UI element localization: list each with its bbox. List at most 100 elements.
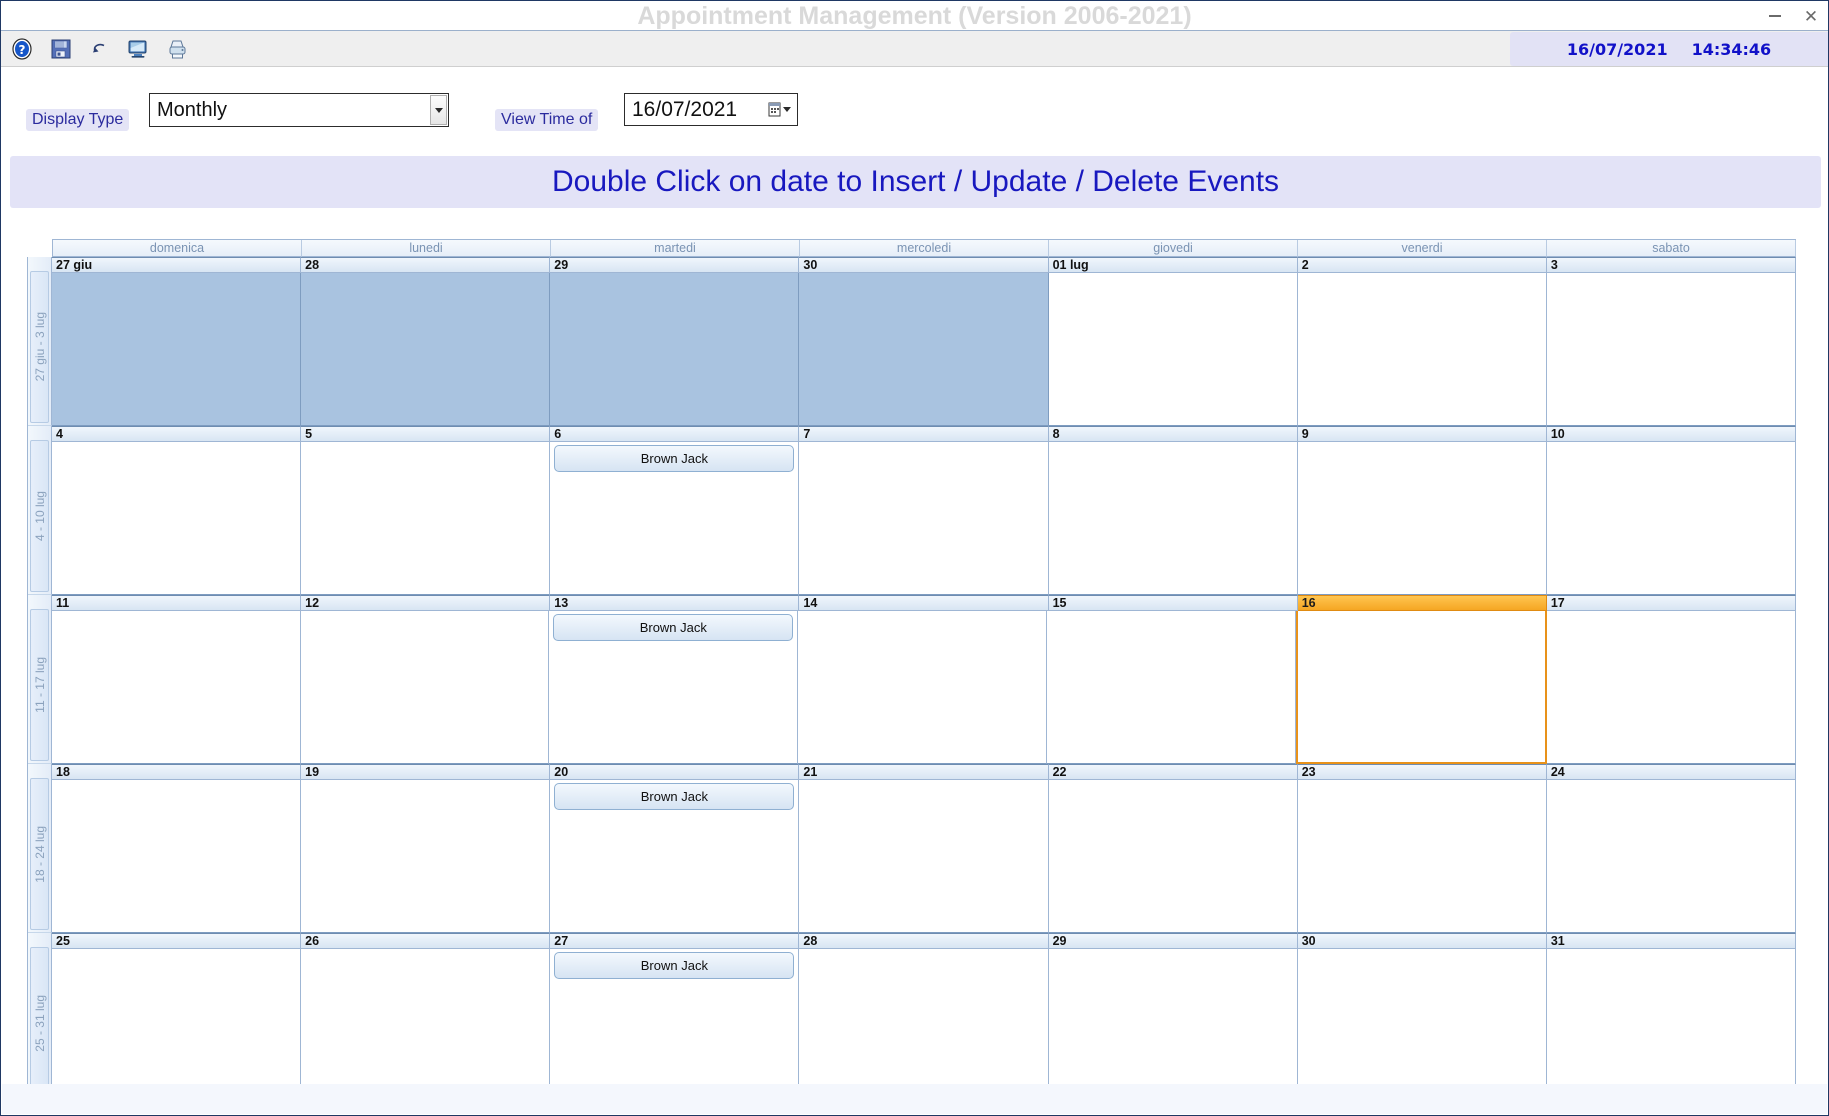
- week-date-header-row: 27 giu 28 29 30 01 lug 2 3: [52, 257, 1796, 273]
- day-cell[interactable]: [301, 780, 551, 933]
- day-cell[interactable]: Brown Jack: [550, 780, 800, 933]
- date-number-header[interactable]: 2: [1297, 257, 1547, 273]
- date-number-header[interactable]: 3: [1546, 257, 1796, 273]
- date-number-header[interactable]: 21: [799, 764, 1049, 780]
- day-cell[interactable]: [301, 949, 551, 1102]
- appointment-event[interactable]: Brown Jack: [554, 445, 795, 472]
- day-cell[interactable]: [1546, 780, 1796, 933]
- day-cell[interactable]: Brown Jack: [549, 611, 799, 764]
- date-number-header[interactable]: 10: [1546, 426, 1796, 442]
- day-cell[interactable]: [1048, 273, 1298, 426]
- date-number-header[interactable]: 27 giu: [52, 257, 302, 273]
- day-cell[interactable]: [1547, 611, 1797, 764]
- display-type-select[interactable]: Monthly: [149, 93, 449, 127]
- date-number-header[interactable]: 9: [1297, 426, 1547, 442]
- window-controls: ✕: [1764, 1, 1822, 31]
- day-cell[interactable]: [1297, 442, 1547, 595]
- date-number-header[interactable]: 29: [1048, 933, 1298, 949]
- day-cell[interactable]: [1297, 949, 1547, 1102]
- day-cell[interactable]: [1048, 949, 1298, 1102]
- date-number-header[interactable]: 27: [550, 933, 800, 949]
- day-of-week-giovedi: giovedi: [1049, 240, 1298, 257]
- day-cell[interactable]: [799, 780, 1049, 933]
- day-cell[interactable]: [1297, 273, 1547, 426]
- date-number-header[interactable]: 22: [1048, 764, 1298, 780]
- day-cell[interactable]: [1297, 780, 1547, 933]
- date-number-header[interactable]: 14: [799, 595, 1049, 611]
- appointment-management-window: Appointment Management (Version 2006-202…: [0, 0, 1829, 1116]
- minimize-button[interactable]: [1764, 5, 1786, 27]
- date-number-header[interactable]: 30: [799, 257, 1049, 273]
- date-number-header[interactable]: 11: [52, 595, 302, 611]
- date-number-header[interactable]: 7: [799, 426, 1049, 442]
- calendar-week-row: 11 - 17 lug 11 12 13 14 15 16 17 Brown Jack: [28, 595, 1797, 764]
- undo-icon[interactable]: [85, 34, 115, 64]
- day-of-week-header: domenica lunedi martedi mercoledi giovedi ven…: [52, 239, 1796, 257]
- date-number-header[interactable]: 8: [1048, 426, 1298, 442]
- day-cell[interactable]: [799, 949, 1049, 1102]
- day-cell[interactable]: [52, 442, 302, 595]
- screen-icon[interactable]: [124, 34, 154, 64]
- date-number-header[interactable]: 28: [301, 257, 551, 273]
- week-range-text: 4 - 10 lug: [32, 490, 47, 542]
- date-number-header[interactable]: 26: [301, 933, 551, 949]
- date-number-header[interactable]: 20: [550, 764, 800, 780]
- day-cell[interactable]: [1546, 442, 1796, 595]
- instruction-text: Double Click on date to Insert / Update …: [551, 165, 1280, 198]
- calendar-picker-button[interactable]: [768, 102, 797, 117]
- week-date-header-row: 18 19 20 21 22 23 24: [52, 764, 1796, 780]
- day-cell[interactable]: [300, 611, 550, 764]
- day-cell[interactable]: [52, 611, 301, 764]
- day-cell[interactable]: [1046, 611, 1296, 764]
- day-of-week-domenica: domenica: [52, 240, 302, 257]
- date-number-header[interactable]: 19: [301, 764, 551, 780]
- date-number-header[interactable]: 4: [52, 426, 302, 442]
- appointment-event[interactable]: Brown Jack: [553, 614, 794, 641]
- display-type-value: Monthly: [157, 98, 228, 121]
- day-cell[interactable]: [52, 780, 302, 933]
- appointment-event[interactable]: Brown Jack: [554, 783, 795, 810]
- save-icon[interactable]: [46, 34, 76, 64]
- day-cell[interactable]: Brown Jack: [550, 442, 800, 595]
- day-cell[interactable]: [52, 273, 302, 426]
- date-number-header[interactable]: 12: [301, 595, 551, 611]
- date-number-header[interactable]: 13: [550, 595, 800, 611]
- date-number-header[interactable]: 24: [1546, 764, 1796, 780]
- calendar-week-row: 25 - 31 lug 25 26 27 28 29 30 31 Brown Jack: [28, 933, 1796, 1102]
- date-number-header[interactable]: 18: [52, 764, 302, 780]
- date-number-header[interactable]: 5: [301, 426, 551, 442]
- day-cell[interactable]: [301, 273, 551, 426]
- date-number-header[interactable]: 17: [1546, 595, 1796, 611]
- view-time-date-input[interactable]: 16/07/2021: [624, 93, 798, 126]
- day-cell[interactable]: [798, 611, 1047, 764]
- week-range-text: 25 - 31 lug: [32, 994, 47, 1052]
- date-number-header[interactable]: 29: [550, 257, 800, 273]
- day-cell[interactable]: [301, 442, 551, 595]
- day-cell[interactable]: [1546, 273, 1796, 426]
- toolbar: ? 16/07/2021 14:34:46: [1, 31, 1828, 67]
- day-cell[interactable]: [1048, 442, 1298, 595]
- date-number-header[interactable]: 23: [1297, 764, 1547, 780]
- display-type-dropdown-button[interactable]: [430, 95, 447, 125]
- week-day-body-row: [52, 273, 1796, 426]
- date-number-header[interactable]: 30: [1297, 933, 1547, 949]
- help-icon[interactable]: ?: [7, 34, 37, 64]
- printer-icon[interactable]: [163, 34, 193, 64]
- date-number-header[interactable]: 25: [52, 933, 302, 949]
- day-cell[interactable]: [1546, 949, 1796, 1102]
- date-number-header[interactable]: 28: [799, 933, 1049, 949]
- close-icon[interactable]: ✕: [1800, 5, 1822, 27]
- day-cell[interactable]: [550, 273, 800, 426]
- day-cell[interactable]: [1295, 611, 1548, 764]
- date-number-header[interactable]: 16: [1297, 595, 1547, 611]
- day-cell[interactable]: [1048, 780, 1298, 933]
- day-cell[interactable]: [799, 442, 1049, 595]
- date-number-header[interactable]: 01 lug: [1048, 257, 1298, 273]
- date-number-header[interactable]: 15: [1048, 595, 1298, 611]
- date-number-header[interactable]: 31: [1546, 933, 1796, 949]
- day-cell[interactable]: [799, 273, 1049, 426]
- appointment-event[interactable]: Brown Jack: [554, 952, 795, 979]
- day-cell[interactable]: Brown Jack: [550, 949, 800, 1102]
- date-number-header[interactable]: 6: [550, 426, 800, 442]
- day-cell[interactable]: [52, 949, 302, 1102]
